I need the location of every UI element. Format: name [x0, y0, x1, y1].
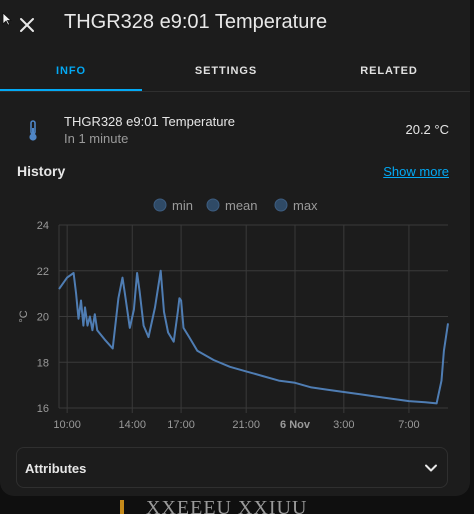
more-info-dialog: THGR328 e9:01 Temperature INFO SETTINGS …: [0, 0, 470, 496]
thermometer-icon: [29, 120, 37, 141]
entity-row: THGR328 e9:01 Temperature In 1 minute 20…: [0, 105, 470, 155]
x-tick-label: 21:00: [232, 419, 260, 431]
y-axis-label: °C: [18, 310, 30, 322]
y-tick-label: 20: [37, 312, 49, 324]
x-tick-label: 7:00: [398, 419, 419, 431]
tab-info[interactable]: INFO: [0, 55, 142, 89]
legend-label-min: min: [172, 198, 193, 213]
close-icon: [20, 18, 34, 32]
dialog-header: THGR328 e9:01 Temperature: [0, 0, 470, 50]
legend-swatch: [274, 198, 288, 212]
x-tick-label: 17:00: [167, 419, 195, 431]
tab-settings[interactable]: SETTINGS: [155, 55, 297, 89]
legend-label-mean: mean: [225, 198, 258, 213]
x-tick-label: 6 Nov: [280, 419, 311, 431]
entity-name: THGR328 e9:01 Temperature: [64, 114, 236, 129]
tabs-divider: [0, 91, 470, 92]
y-tick-label: 16: [37, 403, 49, 415]
legend-swatch: [206, 198, 220, 212]
y-tick-label: 24: [37, 220, 49, 232]
x-tick-label: 10:00: [53, 419, 81, 431]
show-more-link[interactable]: Show more: [383, 164, 449, 179]
series-line-mean: [58, 269, 449, 405]
attributes-label: Attributes: [25, 461, 87, 476]
x-tick-label: 14:00: [118, 419, 146, 431]
mouse-pointer-icon: [2, 12, 12, 26]
dialog-title: THGR328 e9:01 Temperature: [64, 11, 328, 33]
tab-related[interactable]: RELATED: [318, 55, 460, 89]
history-title: History: [17, 163, 66, 179]
y-tick-label: 22: [37, 266, 49, 278]
legend-swatch: [153, 198, 167, 212]
background-partial-text: XXEEEU XXIUU: [146, 497, 308, 514]
entity-state: 20.2 °C: [405, 122, 449, 137]
history-chart: min mean max 24 22 20 18 16 10:00 14:00 17:00 21:00…: [18, 198, 449, 431]
attributes-expander[interactable]: Attributes: [16, 447, 448, 488]
y-tick-label: 18: [37, 357, 49, 369]
entity-last-changed: In 1 minute: [64, 131, 129, 146]
chevron-down-icon: [425, 464, 437, 472]
background-accent-bar: [120, 500, 124, 514]
x-tick-label: 3:00: [333, 419, 354, 431]
tab-bar: INFO SETTINGS RELATED: [0, 55, 470, 91]
legend-label-max: max: [293, 198, 318, 213]
close-button[interactable]: [12, 10, 42, 40]
